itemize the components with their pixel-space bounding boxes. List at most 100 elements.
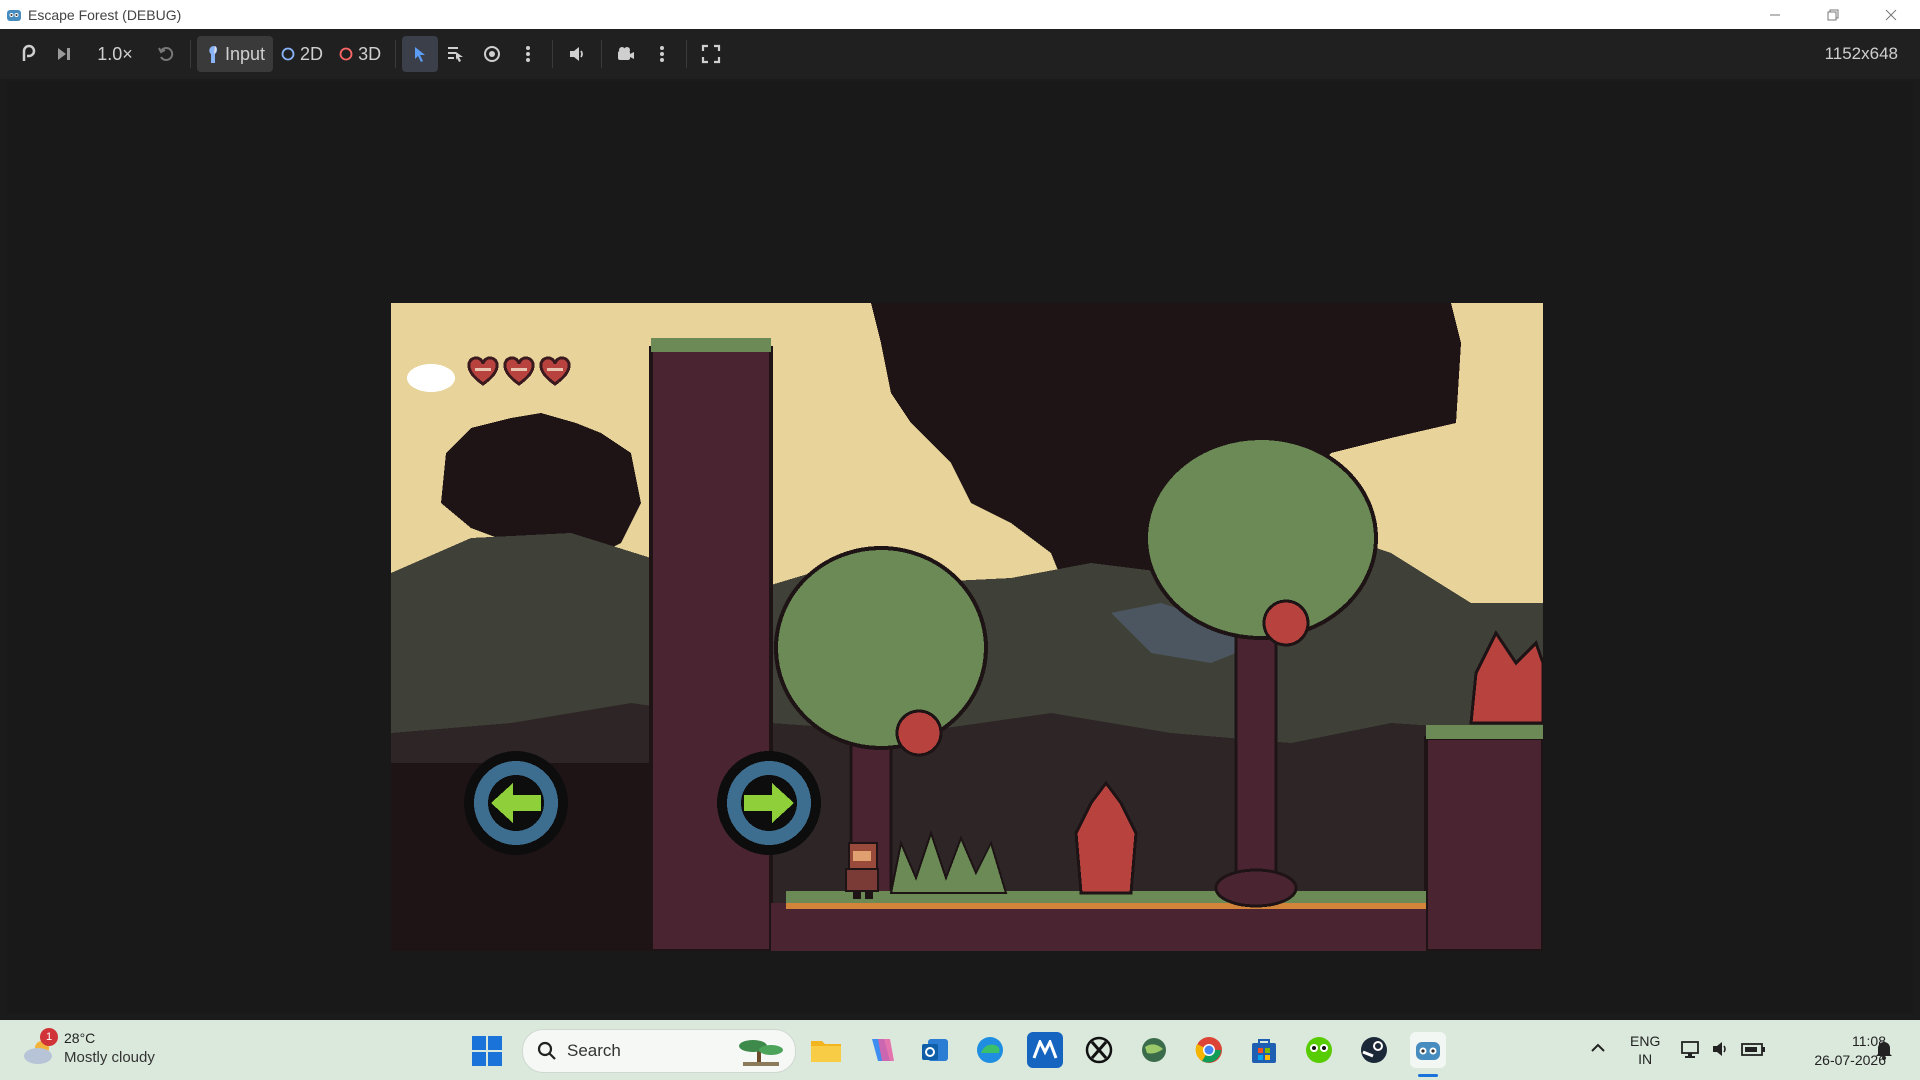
reset-icon [158, 47, 174, 61]
weather-condition: Mostly cloudy [64, 1049, 155, 1066]
visibility-button[interactable] [474, 36, 510, 72]
m-logo-icon [1032, 1040, 1058, 1059]
start-button[interactable] [472, 1036, 502, 1066]
taskbar-steam[interactable] [1356, 1032, 1392, 1068]
suspend-button[interactable] [10, 36, 46, 72]
steam-icon [1361, 1037, 1387, 1063]
tree-foliage [1144, 436, 1378, 640]
toolbar-separator [686, 40, 688, 68]
taskbar-store[interactable] [1246, 1032, 1282, 1068]
battery-icon [1741, 1043, 1765, 1056]
restore-button[interactable] [1804, 0, 1862, 29]
mode-3d-button[interactable]: 3D [331, 36, 389, 72]
taskbar-edge[interactable] [972, 1032, 1008, 1068]
bell-icon [1876, 1042, 1892, 1060]
heart-shine [475, 368, 491, 371]
apple [1262, 599, 1310, 647]
next-frame-button[interactable] [46, 36, 82, 72]
minimize-button[interactable] [1746, 0, 1804, 29]
taskbar-godot[interactable] [1410, 1032, 1446, 1068]
godot-icon [1416, 1042, 1440, 1060]
audio-button[interactable] [559, 36, 595, 72]
language-code: ENG [1630, 1033, 1661, 1049]
tree-trunk [1234, 601, 1278, 895]
game-canvas[interactable] [391, 303, 1543, 951]
right-touch-button[interactable] [717, 751, 821, 855]
edge-browser-icon [977, 1037, 1003, 1063]
globe-icon [1142, 1038, 1166, 1062]
cliff-pillar [649, 346, 773, 951]
restore-icon [1827, 9, 1839, 20]
search-placeholder: Search [567, 1041, 621, 1060]
mode-3d-label: 3D [358, 43, 382, 64]
joystick-icon [209, 46, 218, 63]
camera-override-button[interactable] [608, 36, 644, 72]
apple [895, 709, 943, 757]
toolbar-separator [552, 40, 554, 68]
select-mode-button[interactable] [402, 36, 439, 72]
toolbar-separator [601, 40, 603, 68]
vertical-dots-icon [660, 46, 665, 62]
taskbar-duolingo[interactable] [1301, 1032, 1337, 1068]
owl-icon [1306, 1037, 1332, 1063]
game-viewport[interactable] [7, 81, 1913, 1013]
health-hearts [467, 356, 571, 386]
clock[interactable]: 11:08 26-07-2026 [1786, 1032, 1886, 1070]
vertical-dots-icon [526, 46, 531, 62]
system-tray-icons[interactable] [1680, 1038, 1766, 1060]
cloud [407, 364, 455, 392]
language-indicator[interactable]: ENG IN [1630, 1032, 1660, 1068]
input-toggle-button[interactable]: Input [197, 36, 274, 72]
weather-badge: 1 [40, 1028, 58, 1046]
next-frame-icon [58, 48, 70, 60]
taskbar-outlook[interactable] [917, 1032, 953, 1068]
fullscreen-button[interactable] [693, 36, 729, 72]
taskbar-xbox[interactable] [1081, 1032, 1117, 1068]
2d-circle-icon [281, 47, 295, 61]
active-app-indicator [1418, 1074, 1438, 1077]
right-ledge [1424, 736, 1543, 951]
chevron-up-icon [1591, 1043, 1605, 1052]
taskbar-file-explorer[interactable] [808, 1032, 844, 1068]
outlook-icon [922, 1039, 948, 1061]
window-title: Escape Forest (DEBUG) [28, 6, 182, 23]
left-touch-button[interactable] [464, 751, 568, 855]
toolbar-separator [190, 40, 191, 68]
game-scene [391, 303, 1543, 951]
cursor-arrow-icon [415, 47, 426, 62]
weather-widget[interactable]: 1 28°C Mostly cloudy [22, 1028, 182, 1072]
toolbar-separator [395, 40, 397, 68]
mode-2d-button[interactable]: 2D [273, 36, 331, 72]
taskbar-globe-app[interactable] [1136, 1032, 1172, 1068]
close-icon [1885, 9, 1897, 20]
language-region: IN [1638, 1051, 1653, 1067]
windows-logo-icon [472, 1036, 502, 1066]
reset-speed-button[interactable] [148, 36, 184, 72]
3d-circle-icon [339, 47, 353, 61]
tree-foliage [774, 546, 988, 750]
notification-button[interactable] [1874, 1038, 1896, 1060]
list-select-button[interactable] [438, 36, 474, 72]
close-button[interactable] [1862, 0, 1920, 29]
resolution-label: 1152x648 [1824, 44, 1898, 63]
camera-options-button[interactable] [644, 36, 680, 72]
time-scale-button[interactable]: 1.0× [82, 36, 148, 72]
chrome-icon [1195, 1037, 1222, 1063]
heart-shine [511, 368, 527, 371]
more-options-button[interactable] [510, 36, 546, 72]
taskbar-chrome[interactable] [1191, 1032, 1227, 1068]
heart-shine [547, 368, 563, 371]
show-hidden-icons-button[interactable] [1588, 1038, 1610, 1060]
taskbar-app-m[interactable] [1027, 1032, 1063, 1068]
ground [771, 903, 1426, 951]
volume-icon [1713, 1042, 1726, 1056]
player-character [845, 842, 879, 899]
list-cursor-icon [448, 47, 464, 62]
clock-time: 11:08 [1852, 1033, 1886, 1049]
taskbar-search[interactable]: Search [522, 1029, 796, 1073]
network-icon [1681, 1041, 1699, 1058]
mode-2d-label: 2D [300, 43, 324, 64]
camera-icon [618, 47, 635, 60]
xbox-icon [1085, 1036, 1113, 1064]
taskbar-copilot[interactable] [863, 1032, 899, 1068]
